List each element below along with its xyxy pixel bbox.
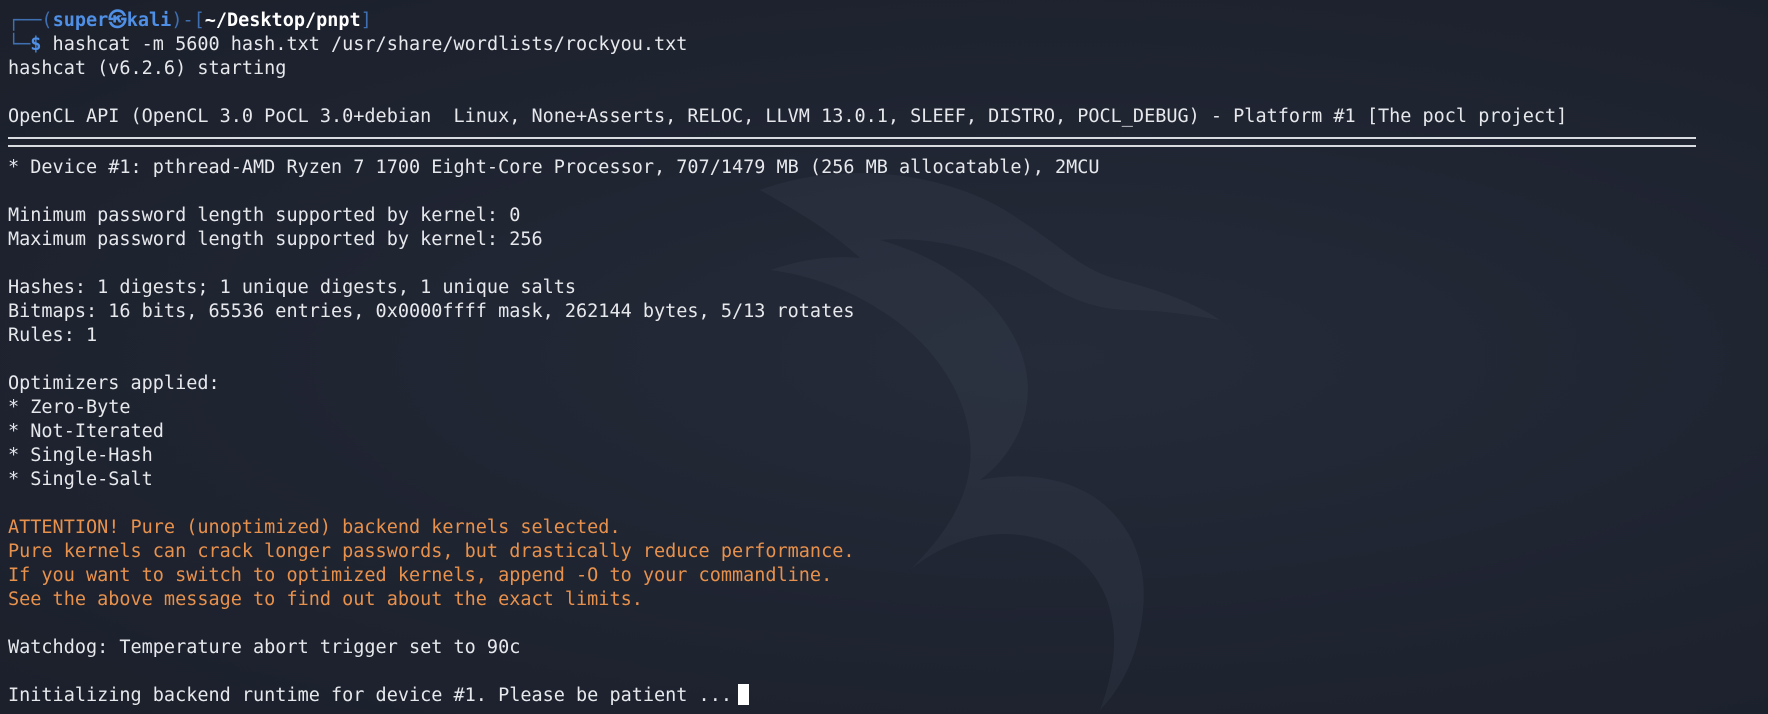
prompt-box-bottom: └─ xyxy=(8,34,31,55)
prompt-user: super㉿kali xyxy=(52,10,172,31)
output-max-password: Maximum password length supported by ker… xyxy=(8,229,543,250)
optimizer-item: * Zero-Byte xyxy=(8,397,131,418)
output-rules: Rules: 1 xyxy=(8,325,98,346)
output-initializing: Initializing backend runtime for device … xyxy=(8,685,732,706)
prompt-path: ~/Desktop/pnpt xyxy=(204,10,361,31)
prompt-separator: )-[ xyxy=(171,10,205,31)
output-watchdog: Watchdog: Temperature abort trigger set … xyxy=(8,637,521,658)
command-text: hashcat -m 5600 hash.txt /usr/share/word… xyxy=(41,34,688,55)
prompt-line-top: ┌──(super㉿kali)-[~/Desktop/pnpt] xyxy=(8,9,1760,33)
prompt-dollar: $ xyxy=(30,34,42,55)
prompt-line-command: └─$ hashcat -m 5600 hash.txt /usr/share/… xyxy=(8,33,1760,57)
output-min-password: Minimum password length supported by ker… xyxy=(8,205,521,226)
output-starting: hashcat (v6.2.6) starting xyxy=(8,58,287,79)
attention-line: Pure kernels can crack longer passwords,… xyxy=(8,541,855,562)
output-optimizers-header: Optimizers applied: xyxy=(8,373,220,394)
optimizer-item: * Single-Hash xyxy=(8,445,153,466)
platform-divider xyxy=(8,137,1696,147)
optimizer-item: * Single-Salt xyxy=(8,469,153,490)
terminal-window[interactable]: ┌──(super㉿kali)-[~/Desktop/pnpt] └─$ has… xyxy=(0,0,1768,714)
attention-line: See the above message to find out about … xyxy=(8,589,643,610)
output-initializing-line: Initializing backend runtime for device … xyxy=(8,684,1760,708)
optimizer-item: * Not-Iterated xyxy=(8,421,164,442)
prompt-close: ] xyxy=(360,10,372,31)
attention-line: If you want to switch to optimized kerne… xyxy=(8,565,833,586)
output-device: * Device #1: pthread-AMD Ryzen 7 1700 Ei… xyxy=(8,157,1100,178)
attention-line: ATTENTION! Pure (unoptimized) backend ke… xyxy=(8,517,621,538)
output-bitmaps: Bitmaps: 16 bits, 65536 entries, 0x0000f… xyxy=(8,301,855,322)
prompt-box-top: ┌──( xyxy=(8,10,53,31)
output-hashes: Hashes: 1 digests; 1 unique digests, 1 u… xyxy=(8,277,577,298)
terminal-output: ┌──(super㉿kali)-[~/Desktop/pnpt] └─$ has… xyxy=(8,9,1760,708)
terminal-cursor[interactable] xyxy=(737,684,749,705)
output-opencl: OpenCL API (OpenCL 3.0 PoCL 3.0+debian L… xyxy=(8,106,1568,127)
